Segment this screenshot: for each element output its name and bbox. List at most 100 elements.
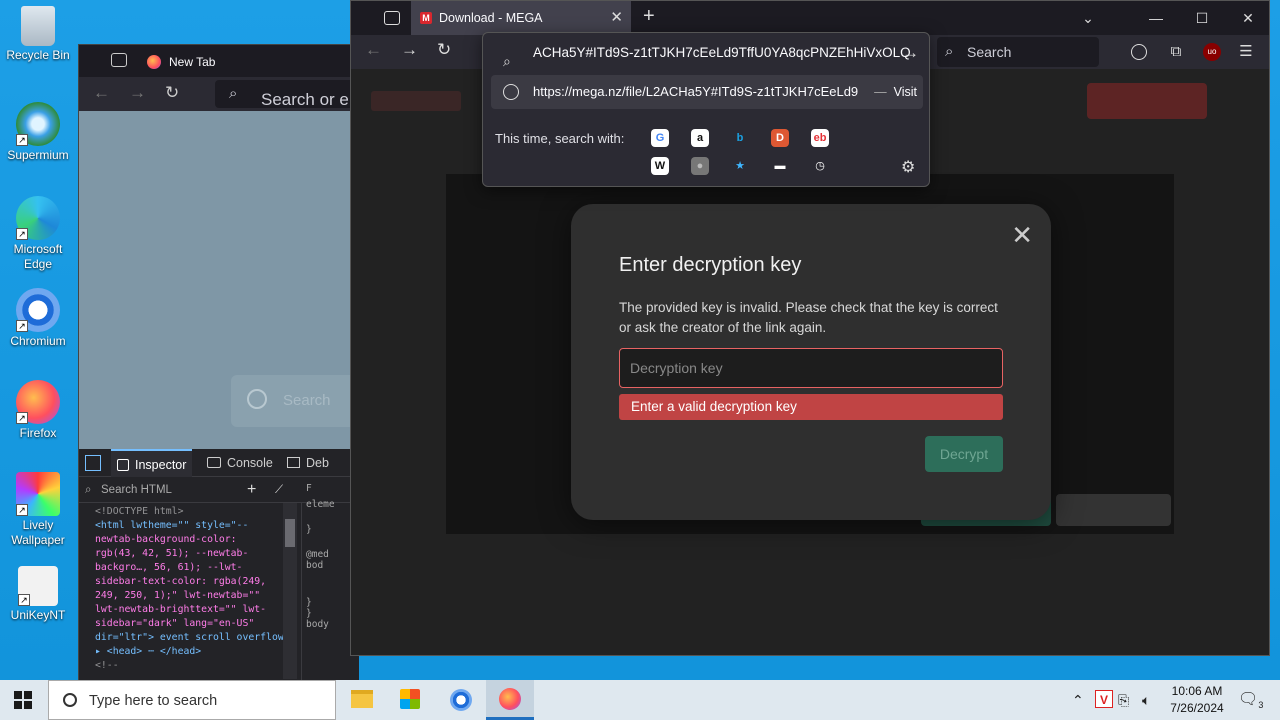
close-icon[interactable]: ✕ bbox=[1011, 222, 1033, 248]
list-all-tabs-icon[interactable] bbox=[384, 11, 400, 25]
extensions-icon[interactable]: ⧉ bbox=[1167, 43, 1185, 61]
show-hidden-icons-chevron-icon[interactable]: ⌃ bbox=[1072, 680, 1084, 720]
tabs-icon[interactable]: ▬ bbox=[771, 157, 789, 175]
inspector-icon bbox=[117, 459, 129, 471]
desktop-icon-supermium[interactable]: ↗ Supermium bbox=[2, 102, 74, 163]
google-icon[interactable]: G bbox=[651, 129, 669, 147]
suggestion-dash: — bbox=[874, 85, 887, 99]
back-icon[interactable]: ← bbox=[365, 40, 382, 60]
notification-center-icon[interactable]: 🗨︎3 bbox=[1238, 680, 1263, 720]
visit-label: Visit bbox=[893, 85, 917, 99]
new-tab-icon[interactable]: + bbox=[643, 5, 655, 28]
tab-debugger[interactable]: Deb bbox=[287, 449, 329, 477]
tab-new-tab[interactable]: New Tab bbox=[139, 49, 339, 75]
back-icon[interactable]: ← bbox=[93, 83, 110, 103]
chromium-icon[interactable] bbox=[436, 680, 484, 720]
bing-icon[interactable]: b bbox=[731, 129, 749, 147]
code-line: backgro…, 56, 61); --lwt- bbox=[95, 562, 243, 573]
close-tab-icon[interactable]: ✕ bbox=[610, 1, 623, 35]
desktop-icon-chromium[interactable]: ↗ Chromium bbox=[2, 288, 74, 349]
scrollbar-thumb[interactable] bbox=[285, 519, 295, 547]
minimize-icon[interactable]: — bbox=[1133, 1, 1179, 35]
gear-icon[interactable]: ⚙ bbox=[901, 157, 915, 177]
secondary-button[interactable] bbox=[1056, 494, 1171, 526]
code-line: 249, 250, 1);" lwt-newtab="" bbox=[95, 590, 261, 601]
decrypt-button[interactable]: Decrypt bbox=[925, 436, 1003, 472]
rules-line: } bbox=[306, 608, 312, 619]
add-node-icon[interactable]: + bbox=[247, 477, 256, 503]
maximize-icon[interactable]: ☐ bbox=[1179, 1, 1225, 35]
ebay-icon[interactable]: eb bbox=[811, 129, 829, 147]
rules-line: } bbox=[306, 524, 312, 535]
desktop-icon-label: Lively Wallpaper bbox=[11, 518, 65, 547]
eyedropper-icon[interactable]: ⟋ bbox=[275, 477, 283, 503]
desktop-icon-firefox[interactable]: ↗ Firefox bbox=[2, 380, 74, 441]
bookmarks-icon[interactable]: ★ bbox=[731, 157, 749, 175]
search-icon bbox=[63, 693, 77, 707]
microsoft-store-icon[interactable] bbox=[386, 680, 434, 720]
dialog-message: The provided key is invalid. Please chec… bbox=[619, 300, 998, 335]
code-line: sidebar-text-color: rgba(249, bbox=[95, 576, 267, 587]
tab-inspector[interactable]: Inspector bbox=[111, 449, 193, 477]
url-bar-dropdown: ⌕ ACHa5Y#ITd9S-z1tTJKH7cEeLd9TffU0YA8qcP… bbox=[482, 32, 930, 187]
newtab-search-box[interactable]: Search bbox=[231, 375, 359, 427]
notification-count: 3 bbox=[1258, 700, 1264, 711]
desktop-icon-edge[interactable]: ↗ Microsoft Edge bbox=[2, 196, 74, 272]
tab-bar: M Download - MEGA ✕ + ⌄ — ☐ ✕ bbox=[351, 1, 1269, 35]
close-window-icon[interactable]: ✕ bbox=[1225, 1, 1271, 35]
menu-icon[interactable]: ☰ bbox=[1237, 43, 1255, 61]
chromium-icon: ↗ bbox=[16, 288, 60, 332]
reload-icon[interactable]: ↻ bbox=[437, 40, 451, 60]
search-with-label: This time, search with: bbox=[495, 131, 625, 146]
url-suggestion[interactable]: https://mega.nz/file/L2ACHa5Y#ITd9S-z1tT… bbox=[491, 75, 923, 109]
code-line: lwt-newtab-brighttext="" lwt- bbox=[95, 604, 267, 615]
firefox-shape bbox=[499, 688, 521, 710]
dialog-title: Enter decryption key bbox=[619, 254, 802, 276]
file-explorer-icon[interactable] bbox=[338, 680, 386, 720]
list-all-tabs-icon[interactable] bbox=[111, 53, 127, 67]
suggestion-url: https://mega.nz/file/L2ACHa5Y#ITd9S-z1tT… bbox=[533, 84, 859, 99]
reload-icon[interactable]: ↻ bbox=[165, 83, 179, 103]
rules-line: F bbox=[306, 483, 312, 494]
background-browser-window[interactable]: New Tab ← → ↻ ⌕ Search or e Search Inspe… bbox=[78, 44, 359, 683]
code-line: <html lwtheme="" style="-- bbox=[95, 520, 249, 531]
duckduckgo-icon[interactable]: D bbox=[771, 129, 789, 147]
desktop-icon-unikey[interactable]: ↗ UniKeyNT bbox=[2, 566, 74, 623]
taskbar: Type here to search ⌃ V ⎘ 🔈︎ 10:06 AM 7/… bbox=[0, 680, 1280, 720]
forward-icon[interactable]: → bbox=[129, 83, 146, 103]
clock-time: 10:06 AM bbox=[1171, 684, 1223, 698]
wikipedia-icon[interactable]: W bbox=[651, 157, 669, 175]
tab-overflow-chevron-icon[interactable]: ⌄ bbox=[1065, 1, 1111, 35]
vivaldi-tray-icon[interactable]: V bbox=[1095, 690, 1113, 708]
tab-console[interactable]: Console bbox=[207, 449, 273, 477]
desktop-icon-recycle-bin[interactable]: Recycle Bin bbox=[2, 6, 74, 63]
tab-label: Deb bbox=[306, 456, 329, 470]
firefox-icon[interactable] bbox=[486, 680, 534, 720]
new-tab-page: Search bbox=[79, 111, 359, 451]
go-arrow-icon[interactable]: → bbox=[902, 37, 919, 69]
system-clock[interactable]: 10:06 AM 7/26/2024 bbox=[1164, 683, 1230, 717]
tab-download-mega[interactable]: M Download - MEGA ✕ bbox=[411, 1, 631, 35]
taskbar-search-input[interactable]: Type here to search bbox=[48, 680, 336, 720]
account-icon[interactable] bbox=[1131, 44, 1147, 60]
mega-header-button[interactable] bbox=[1087, 83, 1207, 119]
devtools-scrollbar[interactable] bbox=[283, 503, 297, 679]
desktop-icon-label: Supermium bbox=[7, 148, 69, 162]
search-engine-icon[interactable]: ● bbox=[691, 157, 709, 175]
toolbar-search-input[interactable]: ⌕ Search bbox=[937, 37, 1099, 67]
volume-icon[interactable]: 🔈︎ bbox=[1142, 680, 1150, 720]
url-bar[interactable]: ⌕ Search or e bbox=[215, 80, 355, 109]
amazon-icon[interactable]: a bbox=[691, 129, 709, 147]
windows-start-icon[interactable] bbox=[14, 691, 32, 709]
element-picker-icon[interactable] bbox=[85, 455, 101, 471]
desktop-icon-lively-wallpaper[interactable]: ↗ Lively Wallpaper bbox=[2, 472, 74, 548]
decryption-key-input[interactable]: Decryption key bbox=[619, 348, 1003, 388]
history-icon[interactable]: ◷ bbox=[811, 157, 829, 175]
mega-favicon-icon: M bbox=[420, 12, 432, 24]
url-input[interactable]: ⌕ ACHa5Y#ITd9S-z1tTJKH7cEeLd9TffU0YA8qcP… bbox=[491, 37, 923, 69]
forward-icon[interactable]: → bbox=[401, 40, 418, 60]
ublock-origin-icon[interactable]: uo bbox=[1203, 43, 1221, 61]
search-placeholder: Search bbox=[283, 392, 331, 409]
network-icon[interactable]: ⎘ bbox=[1118, 680, 1129, 720]
html-tree[interactable]: <!DOCTYPE html> <html lwtheme="" style="… bbox=[79, 503, 289, 683]
